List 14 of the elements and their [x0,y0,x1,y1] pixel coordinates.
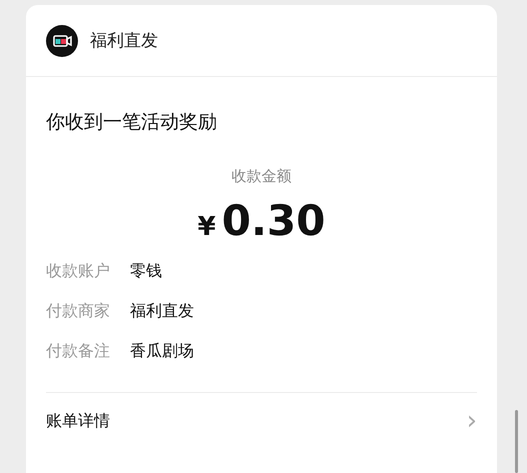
currency-symbol: ¥ [198,212,216,242]
detail-value: 福利直发 [130,301,194,322]
detail-label: 收款账户 [46,261,110,282]
detail-label: 付款备注 [46,341,110,362]
amount-value: 0.30 [222,196,326,245]
bill-details-link[interactable]: 账单详情 › [46,392,477,449]
logo-icon [46,24,78,56]
sender-name: 福利直发 [90,30,158,52]
amount-label: 收款金额 [230,167,292,186]
detail-value: 零钱 [130,261,162,282]
scrollbar[interactable] [515,410,518,473]
message-title: 你收到一笔活动奖励 [46,110,218,135]
detail-label: 付款商家 [46,301,110,322]
detail-value: 香瓜剧场 [130,341,194,362]
